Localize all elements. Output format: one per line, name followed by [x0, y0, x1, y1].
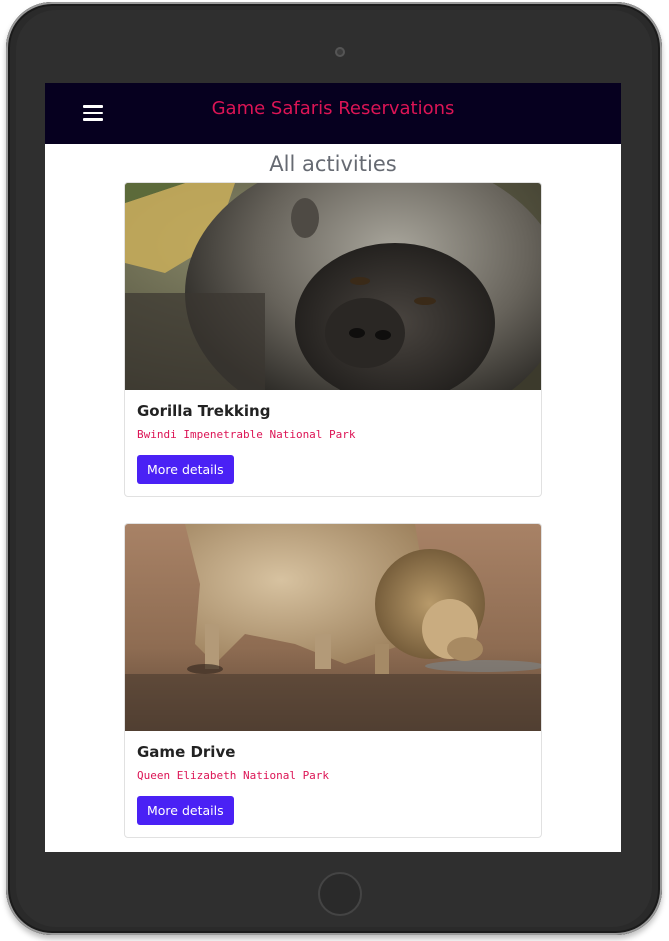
card-body: Gorilla Trekking Bwindi Impenetrable Nat…	[125, 390, 541, 496]
screen: Game Safaris Reservations All activities	[45, 83, 621, 852]
activity-card: Game Drive Queen Elizabeth National Park…	[124, 523, 542, 838]
camera-icon	[335, 47, 345, 57]
more-details-button[interactable]: More details	[137, 796, 234, 825]
activity-card: Gorilla Trekking Bwindi Impenetrable Nat…	[124, 182, 542, 497]
lion-photo	[125, 524, 541, 731]
app-title[interactable]: Game Safaris Reservations	[45, 98, 621, 119]
gorilla-photo	[125, 183, 541, 390]
home-button[interactable]	[318, 872, 362, 916]
activity-title: Game Drive	[137, 743, 236, 761]
navbar: Game Safaris Reservations	[45, 83, 621, 144]
activity-location: Queen Elizabeth National Park	[137, 769, 330, 782]
page-title: All activities	[269, 152, 397, 176]
activity-title: Gorilla Trekking	[137, 402, 271, 420]
card-body: Game Drive Queen Elizabeth National Park…	[125, 731, 541, 837]
more-details-button[interactable]: More details	[137, 455, 234, 484]
activity-location: Bwindi Impenetrable National Park	[137, 428, 356, 441]
